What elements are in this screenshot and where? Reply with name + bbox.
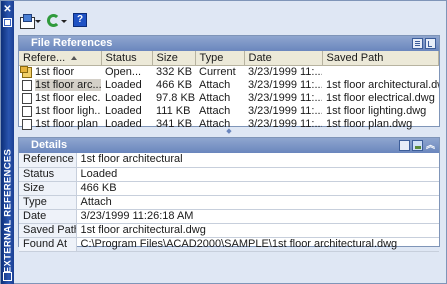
detail-key: Status [19, 167, 77, 182]
saved-path-cell: 1st floor architectural.dwg [326, 78, 439, 91]
status-cell: Open... [105, 65, 142, 78]
dwg-file-icon [22, 92, 32, 104]
column-header-date[interactable]: Date [244, 51, 323, 66]
reference-name-cell: 1st floor [19, 65, 101, 79]
detail-row: Reference ... 1st floor architectural [19, 153, 439, 168]
reference-name-cell: 1st floor elec... [19, 92, 101, 105]
column-header-saved-path[interactable]: Saved Path [322, 51, 439, 66]
properties-menu-icon[interactable] [3, 272, 12, 281]
detail-key: Type [19, 195, 77, 210]
chevron-down-icon[interactable] [35, 19, 41, 23]
detail-row: Status Loaded [19, 167, 439, 182]
file-references-table: Refere... Status Size Type Date Saved Pa… [19, 51, 439, 131]
detail-row: Size 466 KB [19, 181, 439, 196]
attach-button[interactable] [19, 11, 42, 29]
column-header-reference-name[interactable]: Refere... [19, 51, 102, 66]
detail-key: Size [19, 181, 77, 196]
panel-splitter[interactable]: ◆ [18, 128, 440, 136]
file-references-panel: File References Refere... Status Size Ty… [18, 35, 440, 130]
chevron-down-icon[interactable] [61, 19, 67, 23]
details-header: Details ︽ [19, 138, 439, 153]
detail-value: Loaded [76, 167, 439, 182]
date-cell: 3/23/1999 11:... [248, 65, 322, 78]
status-cell: Loaded [105, 104, 142, 117]
date-cell: 3/23/1999 11:... [248, 104, 322, 117]
list-view-icon[interactable] [412, 38, 423, 49]
saved-path-cell: 1st floor electrical.dwg [326, 91, 435, 104]
detail-value[interactable]: 1st floor architectural [76, 153, 439, 168]
external-references-palette: ✕ EXTERNAL REFERENCES ? File References [0, 0, 447, 284]
detail-row: Type Attach [19, 195, 439, 210]
details-view-icon[interactable] [399, 140, 410, 151]
column-header-status[interactable]: Status [101, 51, 153, 66]
auto-hide-icon[interactable] [3, 18, 12, 27]
type-cell: Current [199, 65, 236, 78]
size-cell: 111 KB [156, 104, 191, 117]
master-drawing-icon [20, 65, 32, 78]
help-icon: ? [73, 13, 87, 27]
detail-key: Saved Path [19, 223, 77, 238]
dwg-file-icon [22, 79, 32, 91]
size-cell: 466 KB [156, 78, 193, 91]
detail-value: Attach [76, 195, 439, 210]
detail-key: Date [19, 209, 77, 224]
detail-key: Reference ... [19, 153, 77, 168]
refresh-icon [47, 13, 60, 27]
sort-ascending-icon [71, 55, 78, 60]
details-table: Reference ... 1st floor architectural St… [19, 153, 439, 252]
table-row[interactable]: 1st floor elec... Loaded 97.8 KB Attach … [19, 92, 439, 105]
refresh-button[interactable] [46, 11, 68, 29]
table-row[interactable]: 1st floor ligh... Loaded 111 KB Attach 3… [19, 105, 439, 118]
saved-path-cell: 1st floor lighting.dwg [326, 104, 427, 117]
help-button[interactable]: ? [72, 11, 88, 29]
size-cell: 97.8 KB [156, 91, 195, 104]
type-cell: Attach [199, 104, 231, 117]
toolbar: ? [19, 10, 88, 30]
detail-value: 466 KB [76, 181, 439, 196]
table-row[interactable]: 1st floor Open... 332 KB Current 3/23/19… [19, 65, 439, 79]
detail-value[interactable]: C:\Program Files\ACAD2000\SAMPLE\1st flo… [76, 237, 439, 252]
size-cell: 332 KB [156, 65, 193, 78]
collapse-icon[interactable]: ︽ [425, 140, 436, 151]
file-references-header: File References [19, 36, 439, 51]
close-icon[interactable]: ✕ [2, 4, 13, 15]
type-cell: Attach [199, 91, 231, 104]
preview-icon[interactable] [412, 140, 423, 151]
detail-row: Date 3/23/1999 11:26:18 AM [19, 209, 439, 224]
column-header-type[interactable]: Type [195, 51, 245, 66]
type-cell: Attach [199, 78, 231, 91]
saved-path-cell [322, 65, 439, 79]
detail-value: 3/23/1999 11:26:18 AM [76, 209, 439, 224]
attach-dwg-icon [20, 13, 35, 29]
reference-name-cell: 1st floor arc... [19, 78, 101, 92]
table-row[interactable]: 1st floor arc... Loaded 466 KB Attach 3/… [19, 78, 439, 92]
detail-key: Found At [19, 237, 77, 252]
column-header-size[interactable]: Size [152, 51, 196, 66]
detail-value[interactable]: 1st floor architectural.dwg [76, 223, 439, 238]
status-cell: Loaded [105, 78, 142, 91]
palette-title-bar[interactable]: ✕ EXTERNAL REFERENCES [1, 1, 14, 284]
palette-title: EXTERNAL REFERENCES [2, 148, 14, 274]
tree-view-icon[interactable] [425, 38, 436, 49]
detail-row: Found At C:\Program Files\ACAD2000\SAMPL… [19, 237, 439, 252]
reference-name-cell: 1st floor ligh... [19, 105, 101, 118]
details-panel: Details ︽ Reference ... 1st floor archit… [18, 137, 440, 252]
date-cell: 3/23/1999 11:... [248, 91, 322, 104]
dwg-file-icon [22, 105, 32, 117]
date-cell: 3/23/1999 11:... [248, 78, 322, 91]
detail-row: Saved Path 1st floor architectural.dwg [19, 223, 439, 238]
status-cell: Loaded [105, 91, 142, 104]
